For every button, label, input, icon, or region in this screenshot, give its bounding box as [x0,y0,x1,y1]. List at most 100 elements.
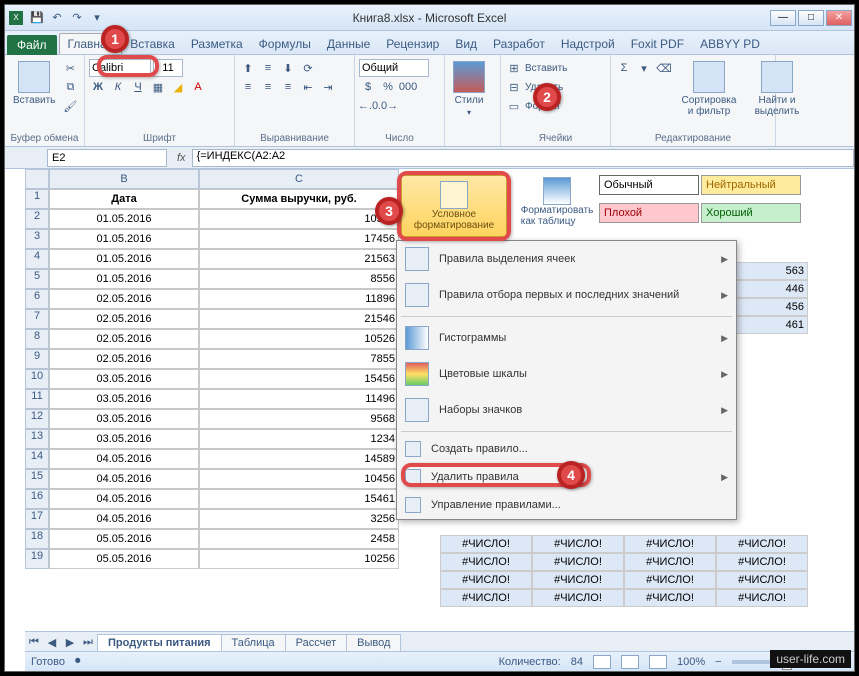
cell-sum[interactable]: 11496 [199,389,399,409]
cell-sum[interactable]: 10526 [199,329,399,349]
cell-date[interactable]: 02.05.2016 [49,309,199,329]
cell-error[interactable]: #ЧИСЛО! [716,553,808,571]
view-pagebreak-icon[interactable] [649,655,667,669]
cell-sum[interactable]: 7855 [199,349,399,369]
cell-error[interactable]: #ЧИСЛО! [440,535,532,553]
cell-sum[interactable]: 1234 [199,429,399,449]
font-color-icon[interactable]: A [189,78,207,96]
align-left-icon[interactable]: ≡ [239,78,257,96]
row-header[interactable]: 19 [25,549,49,569]
autosum-icon[interactable]: Σ [615,59,633,77]
sheet-nav-prev-icon[interactable]: ◀ [43,634,61,652]
clear-icon[interactable]: ⌫ [655,59,673,77]
cell-error[interactable]: #ЧИСЛО! [624,571,716,589]
cell-sum[interactable]: 9568 [199,409,399,429]
menu-new-rule[interactable]: Создать правило... [397,435,736,463]
row-header[interactable]: 4 [25,249,49,269]
cell-sum[interactable]: 8556 [199,269,399,289]
close-button[interactable]: ✕ [826,10,852,26]
col-header-b[interactable]: B [49,169,199,189]
cell-error[interactable]: #ЧИСЛО! [532,571,624,589]
cell-date[interactable]: 02.05.2016 [49,289,199,309]
cut-icon[interactable]: ✂ [61,59,79,77]
sheet-tab[interactable]: Вывод [346,634,401,652]
cell-error[interactable]: #ЧИСЛО! [532,589,624,607]
row-header[interactable]: 2 [25,209,49,229]
cell-sum[interactable]: 21563 [199,249,399,269]
fill-color-icon[interactable]: ◢ [169,78,187,96]
cell-date[interactable]: 02.05.2016 [49,329,199,349]
cell-error[interactable]: #ЧИСЛО! [440,571,532,589]
formula-bar[interactable]: {=ИНДЕКС(A2:A2 [192,149,854,167]
qat-save-icon[interactable]: 💾 [28,9,46,27]
bold-icon[interactable]: Ж [89,78,107,96]
tab-developer[interactable]: Разработ [485,34,553,54]
cell-sum[interactable]: 21546 [199,309,399,329]
italic-icon[interactable]: К [109,78,127,96]
minimize-button[interactable]: — [770,10,796,26]
cell-date[interactable]: 04.05.2016 [49,509,199,529]
cell-date[interactable]: 03.05.2016 [49,429,199,449]
sheet-tab-active[interactable]: Продукты питания [97,634,222,652]
cell-sum[interactable]: 2458 [199,529,399,549]
qat-undo-icon[interactable]: ↶ [48,9,66,27]
sheet-tab[interactable]: Таблица [221,634,286,652]
tab-data[interactable]: Данные [319,34,378,54]
col-header-c[interactable]: C [199,169,399,189]
menu-color-scales[interactable]: Цветовые шкалы ▶ [397,356,736,392]
delete-cells-icon[interactable]: ⊟ [505,78,523,96]
cell-error[interactable]: #ЧИСЛО! [624,553,716,571]
currency-icon[interactable]: $ [359,78,377,96]
row-header[interactable]: 5 [25,269,49,289]
number-format-combo[interactable] [359,59,429,77]
cell-sum[interactable]: 3256 [199,509,399,529]
cell-date[interactable]: 02.05.2016 [49,349,199,369]
row-header[interactable]: 10 [25,369,49,389]
qat-customize-icon[interactable]: ▾ [88,9,106,27]
insert-cells-label[interactable]: Вставить [525,63,567,74]
qat-redo-icon[interactable]: ↷ [68,9,86,27]
cell-date[interactable]: 01.05.2016 [49,209,199,229]
fx-icon[interactable]: fx [177,152,186,164]
row-header[interactable]: 8 [25,329,49,349]
cell-sum[interactable]: 15456 [199,369,399,389]
row-header[interactable]: 12 [25,409,49,429]
menu-data-bars[interactable]: Гистограммы ▶ [397,320,736,356]
row-header[interactable]: 16 [25,489,49,509]
format-cells-icon[interactable]: ▭ [505,97,523,115]
cell-sum[interactable]: 10526 [199,209,399,229]
row-header[interactable]: 6 [25,289,49,309]
tab-layout[interactable]: Разметка [183,34,251,54]
row-header[interactable]: 18 [25,529,49,549]
cell-error[interactable]: #ЧИСЛО! [716,589,808,607]
cell-date[interactable]: 03.05.2016 [49,409,199,429]
cell-error[interactable]: #ЧИСЛО! [440,553,532,571]
comma-icon[interactable]: 000 [399,78,417,96]
align-center-icon[interactable]: ≡ [259,78,277,96]
cell-date[interactable]: 04.05.2016 [49,469,199,489]
tab-addins[interactable]: Надстрой [553,34,623,54]
header-cell-date[interactable]: Дата [49,189,199,209]
maximize-button[interactable]: □ [798,10,824,26]
tab-review[interactable]: Рецензир [378,34,447,54]
align-top-icon[interactable]: ⬆ [239,59,257,77]
cell-date[interactable]: 01.05.2016 [49,249,199,269]
tab-view[interactable]: Вид [447,34,485,54]
menu-icon-sets[interactable]: Наборы значков ▶ [397,392,736,428]
cell-error[interactable]: #ЧИСЛО! [624,589,716,607]
row-header[interactable]: 7 [25,309,49,329]
cell-error[interactable]: #ЧИСЛО! [716,571,808,589]
percent-icon[interactable]: % [379,78,397,96]
sheet-nav-next-icon[interactable]: ▶ [61,634,79,652]
copy-icon[interactable]: ⧉ [61,78,79,96]
cell-date[interactable]: 01.05.2016 [49,229,199,249]
cell-error[interactable]: #ЧИСЛО! [532,553,624,571]
view-normal-icon[interactable] [593,655,611,669]
align-middle-icon[interactable]: ≡ [259,59,277,77]
zoom-out-icon[interactable]: − [715,656,721,668]
styles-dropdown-button[interactable]: Стили ▾ [449,59,489,119]
sheet-tab[interactable]: Рассчет [285,634,348,652]
cell-error[interactable]: #ЧИСЛО! [624,535,716,553]
select-all-corner[interactable] [25,169,49,189]
cell-error[interactable]: #ЧИСЛО! [532,535,624,553]
